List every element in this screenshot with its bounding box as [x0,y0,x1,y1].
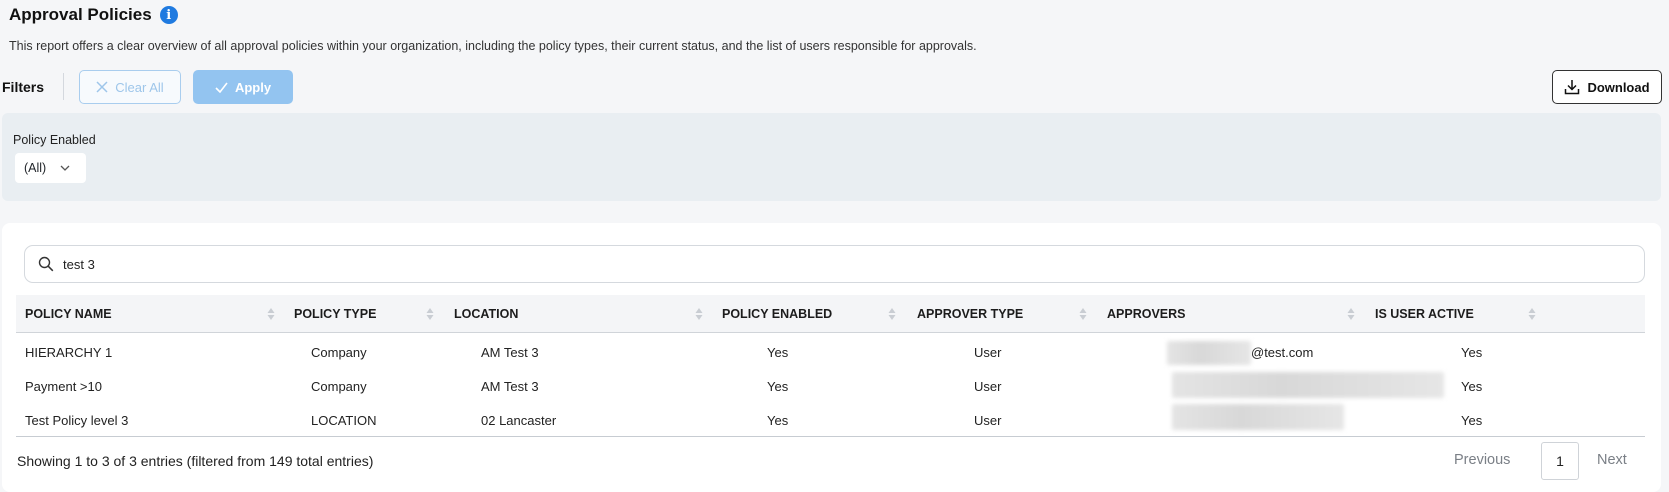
chevron-down-icon [60,165,70,171]
cell-policy-name: Test Policy level 3 [25,413,129,428]
cell-policy-name: Payment >10 [25,379,102,394]
sort-icon[interactable] [267,306,275,322]
apply-button[interactable]: Apply [193,70,293,104]
previous-page-button[interactable]: Previous [1454,452,1510,468]
cell-policy-type: Company [311,345,367,360]
column-header-is-user-active[interactable]: IS USER ACTIVE [1375,295,1474,333]
policy-enabled-select[interactable]: (All) [15,153,86,183]
page-description: This report offers a clear overview of a… [9,39,977,53]
table-header: POLICY NAME POLICY TYPE LOCATION POLICY … [16,295,1645,333]
column-header-policy-name[interactable]: POLICY NAME [25,295,112,333]
cell-policy-enabled: Yes [767,379,789,394]
table-bottom-border [16,436,1645,437]
cell-location: 02 Lancaster [481,413,557,428]
cell-policy-name: HIERARCHY 1 [25,345,113,360]
sort-icon[interactable] [1347,306,1355,322]
download-button[interactable]: Download [1552,70,1662,104]
column-header-location[interactable]: LOCATION [454,295,518,333]
redacted-approver [1172,372,1444,398]
next-page-button[interactable]: Next [1597,452,1627,468]
cell-policy-enabled: Yes [767,345,789,360]
column-header-policy-type[interactable]: POLICY TYPE [294,295,376,333]
cell-policy-type: Company [311,379,367,394]
page-number-button[interactable]: 1 [1541,442,1579,480]
apply-label: Apply [234,79,272,95]
sort-icon[interactable] [426,306,434,322]
cell-location: AM Test 3 [481,379,539,394]
close-icon [96,81,108,93]
search-value: test 3 [63,256,95,272]
cell-location: AM Test 3 [481,345,539,360]
search-input[interactable]: test 3 [24,245,1645,283]
cell-approvers: @test.com [1251,345,1314,360]
sort-icon[interactable] [888,306,896,322]
sort-icon[interactable] [1528,306,1536,322]
column-header-approvers[interactable]: APPROVERS [1107,295,1186,333]
redacted-approver [1167,341,1251,365]
cell-approver-type: User [974,345,1002,360]
cell-is-user-active: Yes [1461,345,1483,360]
policy-enabled-value: (All) [24,161,47,175]
download-label: Download [1587,79,1650,95]
column-header-policy-enabled[interactable]: POLICY ENABLED [722,295,832,333]
column-header-approver-type[interactable]: APPROVER TYPE [917,295,1023,333]
sort-icon[interactable] [695,306,703,322]
sort-icon[interactable] [1079,306,1087,322]
clear-all-button[interactable]: Clear All [79,70,181,104]
entries-summary: Showing 1 to 3 of 3 entries (filtered fr… [17,453,374,469]
info-icon[interactable]: i [159,6,178,24]
search-icon [38,256,54,272]
redacted-approver [1172,404,1344,430]
toolbar-divider [63,73,64,100]
cell-policy-enabled: Yes [767,413,789,428]
filters-label: Filters [2,79,45,95]
cell-is-user-active: Yes [1461,379,1483,394]
download-icon [1565,80,1580,95]
cell-policy-type: LOCATION [311,413,377,428]
cell-approver-type: User [974,379,1002,394]
page-title: Approval Policies i [9,5,178,25]
filter-panel [2,113,1661,201]
policy-enabled-label: Policy Enabled [13,133,96,147]
check-icon [215,82,228,93]
cell-approver-type: User [974,413,1002,428]
cell-is-user-active: Yes [1461,413,1483,428]
clear-all-label: Clear All [115,79,164,95]
page-title-text: Approval Policies [9,5,152,24]
